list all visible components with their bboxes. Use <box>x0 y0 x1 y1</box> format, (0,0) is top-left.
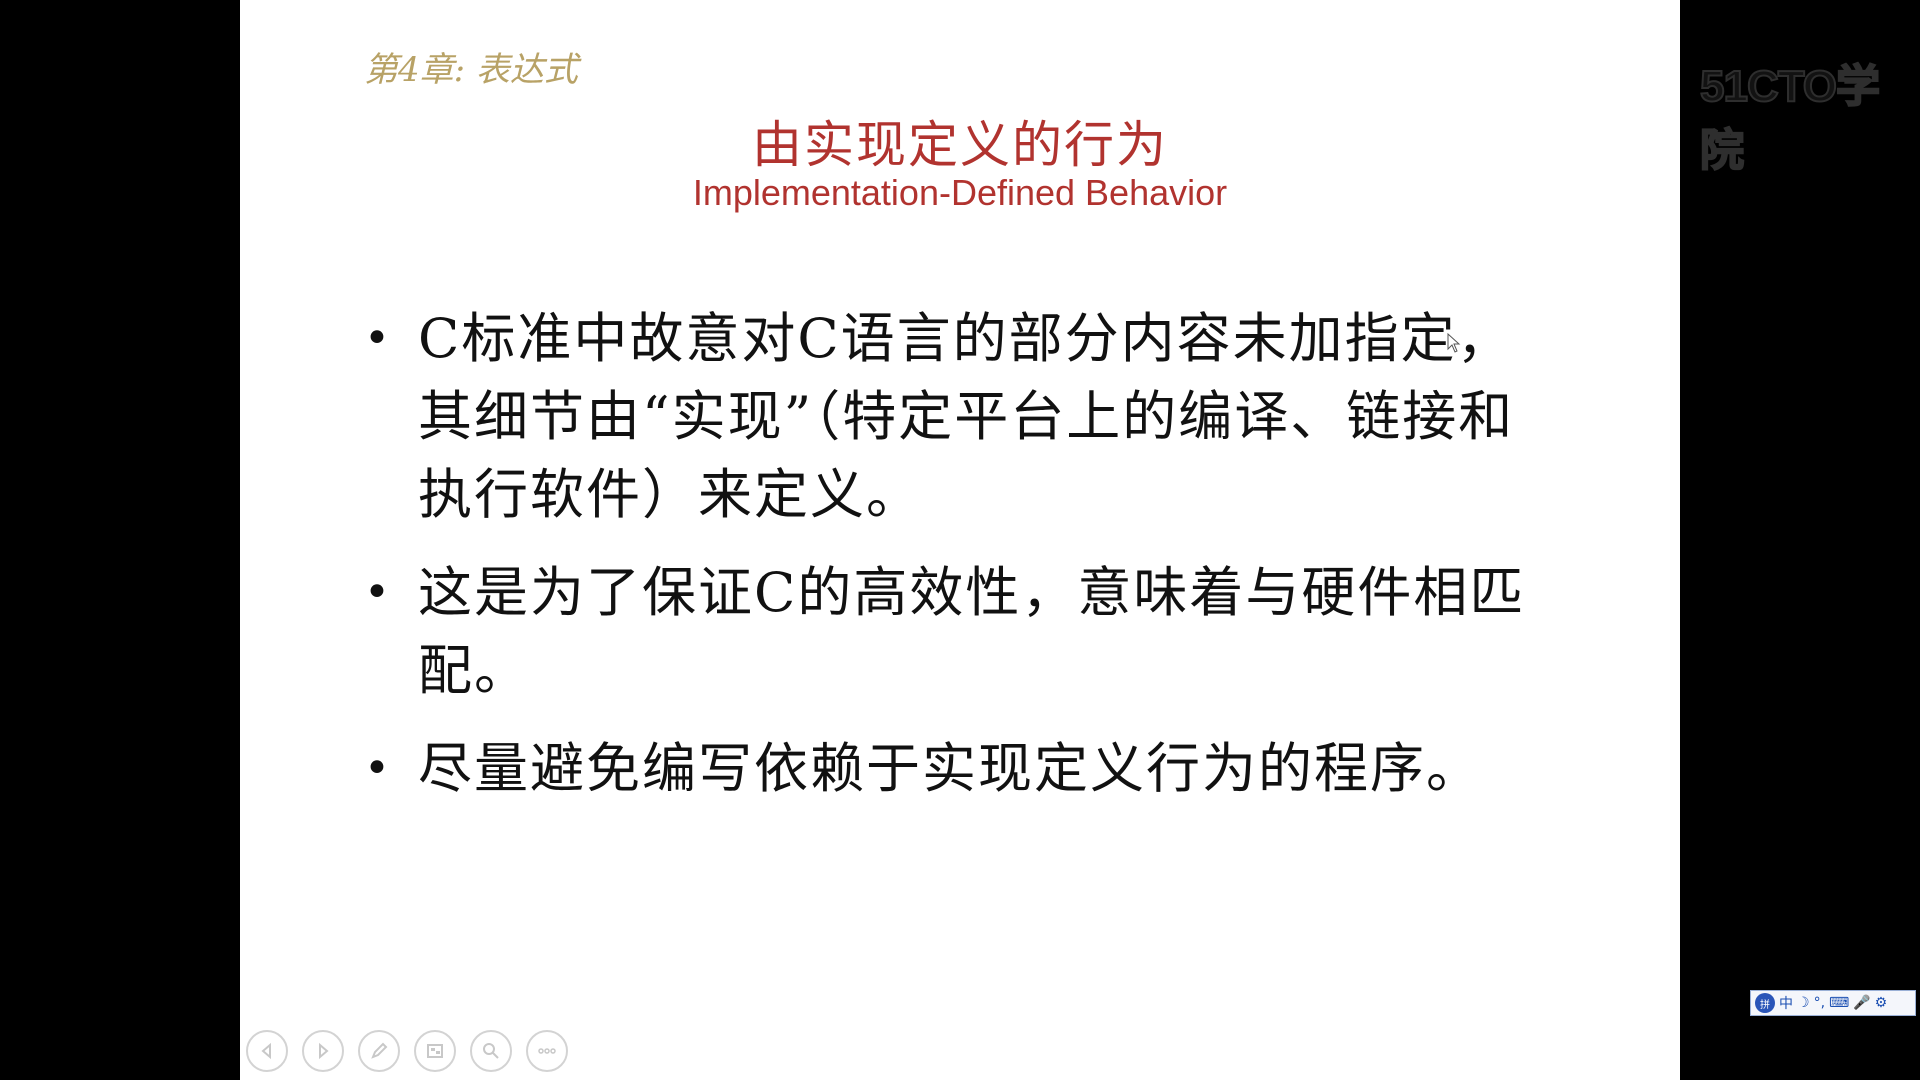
pen-tool-button[interactable] <box>358 1030 400 1072</box>
slideshow-controls <box>246 1030 568 1072</box>
next-slide-button[interactable] <box>302 1030 344 1072</box>
bullet-item: • 尽量避免编写依赖于实现定义行为的程序。 <box>360 730 1560 808</box>
ime-punctuation-icon[interactable]: °, <box>1814 995 1825 1011</box>
bullet-text: C标准中故意对C语言的部分内容未加指定，其细节由“实现”（特定平台上的编译、链接… <box>418 307 1515 526</box>
bullet-list: • C标准中故意对C语言的部分内容未加指定，其细节由“实现”（特定平台上的编译、… <box>360 300 1560 828</box>
ime-keyboard-icon[interactable]: ⌨ <box>1829 995 1849 1011</box>
ime-toolbar[interactable]: 拼 中 ☽ °, ⌨ 🎤 ⚙ <box>1750 990 1916 1016</box>
bullet-item: • C标准中故意对C语言的部分内容未加指定，其细节由“实现”（特定平台上的编译、… <box>360 300 1560 534</box>
bullet-text: 这是为了保证C的高效性，意味着与硬件相匹配。 <box>418 561 1526 702</box>
zoom-button[interactable] <box>470 1030 512 1072</box>
bullet-dot: • <box>364 567 392 618</box>
presentation-slide: 第4章: 表达式 由实现定义的行为 Implementation-Defined… <box>240 0 1680 1080</box>
slide-title-chinese: 由实现定义的行为 <box>752 116 1168 174</box>
slides-grid-icon <box>427 1044 443 1058</box>
ime-voice-icon[interactable]: 🎤 <box>1853 995 1870 1011</box>
slide-title-english: Implementation-Defined Behavior <box>692 172 1228 213</box>
more-dots-icon <box>538 1048 556 1054</box>
left-black-margin <box>0 0 240 1080</box>
more-options-button[interactable] <box>526 1030 568 1072</box>
bullet-item: • 这是为了保证C的高效性，意味着与硬件相匹配。 <box>360 554 1560 710</box>
bullet-dot: • <box>364 313 392 364</box>
chapter-label: 第4章: 表达式 <box>364 50 578 90</box>
previous-slide-button[interactable] <box>246 1030 288 1072</box>
ime-logo-icon[interactable]: 拼 <box>1755 993 1775 1013</box>
magnifier-icon <box>483 1043 499 1059</box>
bullet-dot: • <box>364 743 392 794</box>
ime-settings-icon[interactable]: ⚙ <box>1875 995 1888 1011</box>
arrow-right-icon <box>319 1042 329 1060</box>
pen-icon <box>371 1042 388 1059</box>
arrow-left-icon <box>261 1042 271 1060</box>
site-watermark: 51CTO学院 <box>1699 61 1881 176</box>
see-all-slides-button[interactable] <box>414 1030 456 1072</box>
ime-language-toggle[interactable]: 中 <box>1779 993 1793 1013</box>
ime-halfwidth-icon[interactable]: ☽ <box>1797 995 1810 1011</box>
bullet-text: 尽量避免编写依赖于实现定义行为的程序。 <box>418 737 1482 800</box>
mouse-cursor-icon <box>1447 333 1461 353</box>
